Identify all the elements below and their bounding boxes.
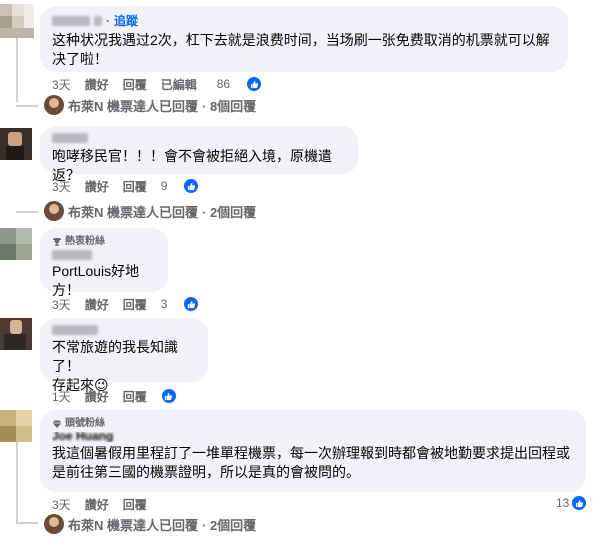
like-button[interactable]: 讚好 [85, 496, 109, 513]
view-replies-link[interactable]: 布萊N 機票達人已回覆 · 2個回覆 [44, 514, 256, 534]
comment-text-line: 不常旅遊的我長知識了！ [52, 339, 178, 374]
thread-line [16, 38, 18, 102]
thumbs-up-icon [183, 296, 200, 312]
reply-button[interactable]: 回覆 [123, 178, 147, 195]
reply-count: · 2個回覆 [202, 204, 257, 220]
comment-time[interactable]: 3天 [52, 296, 71, 313]
blurred-author-name [94, 16, 102, 26]
comment-text: 这种状况我遇过2次，杠下去就是浪费时间，当场刷一张免费取消的机票就可以解决了啦！ [52, 32, 550, 67]
thread-line [16, 440, 18, 524]
comment-author-row [52, 325, 196, 335]
thumbs-up-icon [571, 495, 588, 511]
replier-avatar [44, 514, 64, 534]
reaction-count[interactable] [160, 388, 191, 404]
comment-actions: 3天 讚好 回覆 3 [52, 296, 227, 312]
thread-line [16, 522, 38, 524]
view-replies-link[interactable]: 布萊N 機票達人已回覆 · 8個回覆 [44, 95, 256, 115]
diamond-icon [52, 420, 62, 428]
comment-bubble: 熱衷粉絲 PortLouis好地方！ [40, 228, 168, 298]
reply-count: · 8個回覆 [202, 98, 257, 114]
reply-connector [16, 211, 38, 213]
avatar[interactable] [0, 228, 32, 260]
comment-author-row: · 追蹤 [52, 13, 556, 29]
like-button[interactable]: 讚好 [85, 296, 109, 313]
fan-badge[interactable]: 頭號粉絲 [52, 417, 574, 431]
avatar[interactable] [0, 128, 32, 160]
reply-button[interactable]: 回覆 [123, 296, 147, 313]
separator-dot: · [106, 14, 110, 28]
avatar[interactable] [0, 318, 32, 350]
like-button[interactable]: 讚好 [85, 388, 109, 405]
edited-label[interactable]: 已編輯 [161, 76, 197, 93]
blurred-author-name[interactable] [52, 16, 90, 26]
avatar[interactable] [0, 410, 32, 442]
thumbs-up-icon [246, 76, 263, 92]
comment-actions: 1天 讚好 回覆 [52, 388, 205, 404]
like-button[interactable]: 讚好 [85, 178, 109, 195]
reply-count: · 2個回覆 [202, 517, 257, 533]
comment-time[interactable]: 1天 [52, 388, 71, 405]
blurred-author-name[interactable] [52, 133, 88, 143]
trophy-icon [53, 238, 61, 246]
comment-bubble: · 追蹤 这种状况我遇过2次，杠下去就是浪费时间，当场刷一张免费取消的机票就可以… [40, 6, 568, 72]
comment-actions: 3天 讚好 回覆 [52, 496, 161, 512]
comment-author-row [52, 133, 346, 143]
reaction-count[interactable]: 9 [161, 178, 214, 194]
fan-badge[interactable]: 熱衷粉絲 [52, 235, 156, 249]
reaction-count[interactable]: 3 [161, 296, 214, 312]
comment-time[interactable]: 3天 [52, 76, 71, 93]
reply-connector [16, 105, 38, 107]
avatar[interactable] [0, 4, 34, 38]
replier-name: 布萊N 機票達人已回覆 [68, 98, 199, 114]
reaction-count[interactable]: 13 [556, 495, 588, 511]
comment-bubble: 咆哮移民官！！！會不會被拒絕入境，原機遣返？ [40, 126, 358, 183]
reaction-count[interactable]: 86 [217, 76, 276, 92]
follow-link[interactable]: 追蹤 [114, 13, 138, 29]
author-name[interactable]: Joe Huang [52, 432, 113, 442]
comment-time[interactable]: 3天 [52, 496, 71, 513]
comment-text: 我這個暑假用里程訂了一堆單程機票，每一次辦理報到時都會被地勤要求提出回程或是前往… [52, 445, 570, 480]
view-replies-link[interactable]: 布萊N 機票達人已回覆 · 2個回覆 [44, 201, 256, 221]
comment-actions: 3天 讚好 回覆 9 [52, 178, 227, 194]
comment-bubble: 不常旅遊的我長知識了！ 存起來😉 [40, 318, 208, 393]
reply-button[interactable]: 回覆 [123, 76, 147, 93]
comment-actions: 3天 讚好 回覆 已編輯 86 [52, 76, 290, 92]
reply-button[interactable]: 回覆 [123, 388, 147, 405]
replier-avatar [44, 95, 64, 115]
comment-time[interactable]: 3天 [52, 178, 71, 195]
replier-avatar [44, 201, 64, 221]
comment-text: PortLouis好地方！ [52, 263, 140, 298]
comment-author-row: Joe Huang [52, 432, 574, 442]
blurred-author-name[interactable] [52, 250, 92, 260]
thumbs-up-icon [183, 178, 200, 194]
comment-bubble: 頭號粉絲 Joe Huang 我這個暑假用里程訂了一堆單程機票，每一次辦理報到時… [40, 410, 586, 492]
blurred-author-name[interactable] [52, 325, 98, 335]
reply-button[interactable]: 回覆 [123, 496, 147, 513]
replier-name: 布萊N 機票達人已回覆 [68, 204, 199, 220]
like-button[interactable]: 讚好 [85, 76, 109, 93]
comment-author-row [52, 250, 156, 260]
thumbs-up-icon [160, 388, 177, 404]
replier-name: 布萊N 機票達人已回覆 [68, 517, 199, 533]
